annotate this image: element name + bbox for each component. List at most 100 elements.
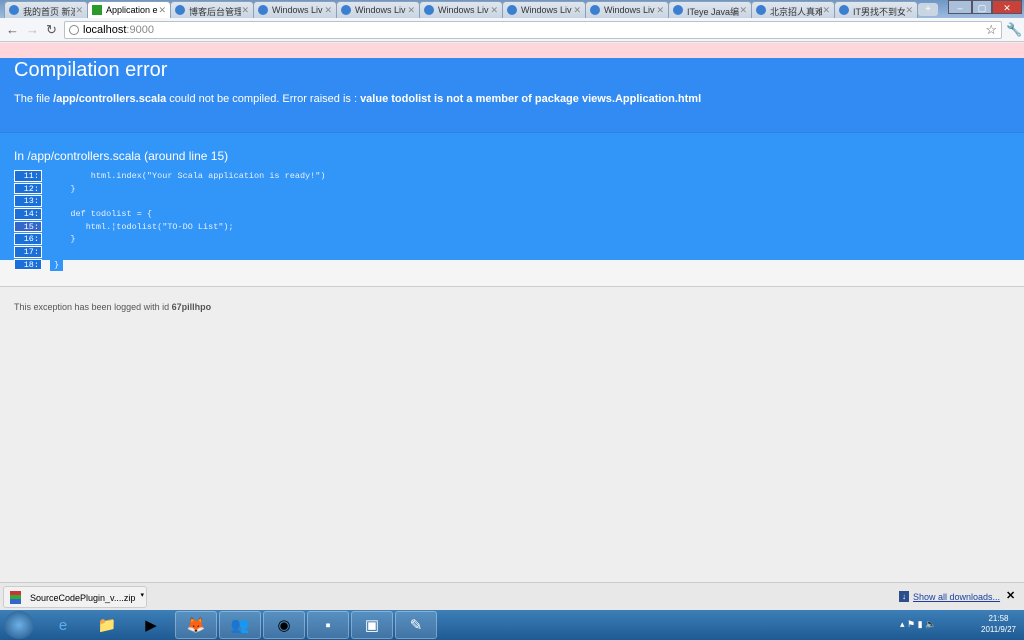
- source-bottom: [0, 260, 1024, 287]
- windows-flag-icon: [590, 5, 600, 15]
- close-tab-icon[interactable]: ✕: [324, 5, 332, 16]
- messenger-icon[interactable]: 👥: [219, 611, 261, 639]
- weibo-icon: [9, 5, 19, 15]
- new-tab-button[interactable]: +: [918, 3, 938, 16]
- system-tray-icons[interactable]: ▴ ⚑ ▮ 🔈: [900, 619, 936, 630]
- tab-label: Windows Liv: [438, 5, 489, 15]
- show-all-downloads-link[interactable]: Show all downloads...: [913, 592, 1000, 602]
- tab[interactable]: Application e ✕: [87, 1, 171, 18]
- address-bar[interactable]: localhost:9000 ☆: [64, 21, 1002, 39]
- code-text: }: [50, 234, 76, 245]
- tab-label: IT男找不到女: [853, 7, 905, 17]
- iteye-icon: [756, 5, 766, 15]
- forward-icon[interactable]: →: [26, 22, 39, 37]
- download-item[interactable]: SourceCodePlugin_v....zip ▾: [3, 586, 147, 608]
- back-icon[interactable]: ←: [6, 22, 19, 37]
- close-tab-icon[interactable]: ✕: [407, 5, 415, 16]
- exception-log-note: This exception has been logged with id 6…: [14, 302, 212, 312]
- iteye-icon: [673, 5, 683, 15]
- address-port: :9000: [126, 24, 154, 36]
- editor-app-icon[interactable]: ✎: [395, 611, 437, 639]
- close-tab-icon[interactable]: ✕: [822, 5, 830, 16]
- minimize-button[interactable]: –: [948, 0, 972, 14]
- wrench-icon[interactable]: 🔧: [1006, 22, 1022, 38]
- code-text: html.index("Your Scala application is re…: [50, 171, 326, 181]
- bookmark-star-icon[interactable]: ☆: [985, 22, 997, 38]
- windows-live-green-icon: [507, 5, 517, 15]
- close-download-bar-button[interactable]: ✕: [1006, 589, 1015, 602]
- start-button[interactable]: [4, 611, 34, 639]
- clock[interactable]: 21:58 2011/9/27: [981, 613, 1016, 635]
- close-tab-icon[interactable]: ✕: [158, 5, 166, 16]
- media-player-icon[interactable]: ▶: [130, 611, 172, 639]
- explorer-icon[interactable]: 📁: [86, 611, 128, 639]
- code-text: def todolist = {: [50, 209, 153, 220]
- tab-label: 我的首页 新浪: [23, 7, 75, 17]
- line-number: 14:: [14, 208, 42, 220]
- tab-strip: 我的首页 新浪 ✕ Application e ✕ 博客后台管理 ✕ Windows Liv…: [0, 0, 1024, 18]
- tab-label: Windows Liv: [521, 5, 572, 15]
- tab[interactable]: 我的首页 新浪 ✕: [4, 1, 88, 18]
- iteye-icon: [839, 5, 849, 15]
- error-description: The file /app/controllers.scala could no…: [14, 93, 702, 105]
- browser-toolbar: ← → ↻ localhost:9000 ☆ 🔧: [0, 18, 1024, 42]
- tab-label: Windows Liv: [272, 5, 323, 15]
- tab[interactable]: Windows Liv ✕: [419, 1, 503, 18]
- tab-label: Windows Liv: [604, 5, 655, 15]
- window-app-icon[interactable]: ▣: [351, 611, 393, 639]
- close-tab-icon[interactable]: ✕: [75, 5, 83, 16]
- dropdown-caret-icon[interactable]: ▾: [140, 591, 144, 599]
- tab[interactable]: Windows Liv ✕: [253, 1, 337, 18]
- play-icon: [92, 5, 102, 15]
- error-banner-top: [0, 43, 1024, 58]
- page-title: Compilation error: [14, 59, 168, 81]
- tab[interactable]: 博客后台管理 ✕: [170, 1, 254, 18]
- tab-label: Application e: [106, 5, 158, 15]
- close-tab-icon[interactable]: ✕: [490, 5, 498, 16]
- download-bar: SourceCodePlugin_v....zip ▾ ↓ Show all d…: [0, 582, 1024, 610]
- source-heading: In /app/controllers.scala (around line 1…: [14, 149, 229, 163]
- line-number: 17:: [14, 246, 42, 258]
- tab[interactable]: ITeye Java编 ✕: [668, 1, 752, 18]
- line-number: 12:: [14, 182, 42, 195]
- code-text: }: [50, 183, 76, 194]
- tab[interactable]: Windows Liv ✕: [336, 1, 420, 18]
- line-number: 18:: [14, 258, 42, 271]
- ie-icon[interactable]: e: [42, 611, 84, 639]
- line-number: 16:: [14, 233, 42, 245]
- tab[interactable]: Windows Liv ✕: [502, 1, 586, 18]
- tab[interactable]: 北京招人真难 ✕: [751, 1, 835, 18]
- code-text: }: [50, 258, 64, 271]
- zip-file-icon: [10, 591, 21, 604]
- tab[interactable]: IT男找不到女 ✕: [834, 1, 918, 18]
- tab-label: 博客后台管理: [189, 7, 241, 17]
- windows-live-icon: [175, 5, 185, 15]
- close-tab-icon[interactable]: ✕: [739, 5, 747, 16]
- source-section: In /app/controllers.scala (around line 1…: [0, 132, 1024, 260]
- close-tab-icon[interactable]: ✕: [241, 5, 249, 16]
- close-window-button[interactable]: ✕: [992, 0, 1022, 14]
- taskbar: e 📁 ▶ 🦊 👥 ◉ ▪ ▣ ✎ ▴ ⚑ ▮ 🔈 21:58 2011/9/27: [0, 610, 1024, 640]
- tab[interactable]: Windows Liv ✕: [585, 1, 669, 18]
- tab-label: 北京招人真难: [770, 7, 822, 17]
- line-number: 11:: [14, 170, 42, 182]
- line-number: 13:: [14, 195, 42, 207]
- globe-icon: [69, 25, 79, 35]
- tab-label: ITeye Java编: [687, 7, 739, 17]
- code-text: html.¦todolist("TO-DO List");: [50, 221, 234, 232]
- download-filename: SourceCodePlugin_v....zip: [30, 593, 136, 603]
- address-host: localhost: [83, 24, 127, 36]
- error-header: Compilation error The file /app/controll…: [0, 58, 1024, 132]
- maximize-button[interactable]: ▢: [972, 0, 992, 14]
- close-tab-icon[interactable]: ✕: [656, 5, 664, 16]
- windows-live-icon: [258, 5, 268, 15]
- firefox-icon[interactable]: 🦊: [175, 611, 217, 639]
- chrome-icon[interactable]: ◉: [263, 611, 305, 639]
- cmd-icon[interactable]: ▪: [307, 611, 349, 639]
- close-tab-icon[interactable]: ✕: [573, 5, 581, 16]
- download-icon: ↓: [899, 591, 909, 602]
- close-tab-icon[interactable]: ✕: [905, 5, 913, 16]
- windows-live-icon: [341, 5, 351, 15]
- tab-label: Windows Liv: [355, 5, 406, 15]
- reload-icon[interactable]: ↻: [46, 22, 57, 38]
